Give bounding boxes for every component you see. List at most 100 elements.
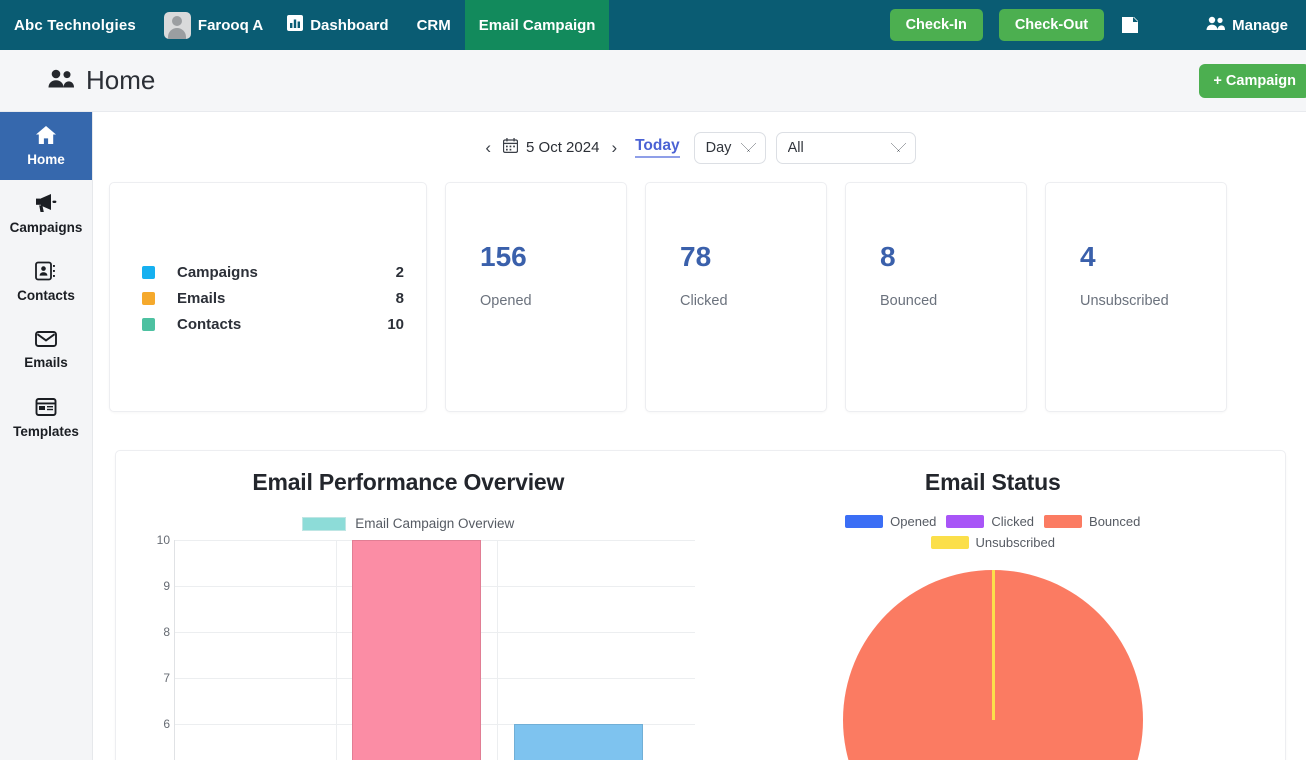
legend-row-emails: Emails 8 <box>142 285 404 311</box>
kpi-label-opened: Opened <box>480 293 532 309</box>
legend-label-contacts: Contacts <box>177 315 242 333</box>
swatch-emails <box>142 291 155 305</box>
pie-legend-label-clicked: Clicked <box>991 514 1035 529</box>
prev-date-button[interactable]: ‹ <box>483 138 493 158</box>
legend-value-contacts: 10 <box>387 315 404 333</box>
background-watermark <box>111 118 116 138</box>
pie-slice-unsubscribed <box>991 570 995 720</box>
bar-chart-title: Email Performance Overview <box>252 469 565 495</box>
swatch-contacts <box>142 317 155 331</box>
pie-chart-legend: Opened Clicked Bounced Unsubscribed <box>828 514 1158 550</box>
home-icon <box>35 125 57 145</box>
swatch-opened <box>845 515 884 528</box>
user-profile-nav[interactable]: Farooq A <box>152 0 273 50</box>
sidebar-item-home[interactable]: Home <box>0 112 92 180</box>
email-status-chart: Email Status Opened Clicked Bounced Unsu… <box>701 451 1286 760</box>
calendar-icon <box>502 138 519 157</box>
kpi-label-clicked: Clicked <box>680 293 728 309</box>
nav-label-email-campaign: Email Campaign <box>478 16 596 34</box>
legend-row-contacts: Contacts 10 <box>142 311 404 337</box>
kpi-card-opened: 156 Opened <box>445 182 627 412</box>
grid-line-vertical <box>497 540 499 760</box>
sidebar: Home Campaigns Contacts Emails Templates <box>0 112 93 760</box>
note-icon[interactable] <box>1120 15 1140 35</box>
page-body: Home Campaigns Contacts Emails Templates <box>0 112 1306 760</box>
sidebar-label-contacts: Contacts <box>17 288 75 303</box>
sidebar-item-templates[interactable]: Templates <box>0 384 92 452</box>
charts-panel: Email Performance Overview Email Campaig… <box>115 450 1286 760</box>
brand-logo: Abc Technolgies <box>14 16 136 34</box>
kpi-label-unsubscribed: Unsubscribed <box>1080 293 1169 309</box>
y-axis-tick: 8 <box>163 625 170 639</box>
kpi-value-unsubscribed: 4 <box>1080 241 1096 272</box>
pie-legend-clicked: Clicked <box>946 514 1034 529</box>
swatch-clicked <box>946 515 985 528</box>
topbar-actions: Check-In Check-Out Manage <box>889 0 1306 50</box>
email-performance-chart: Email Performance Overview Email Campaig… <box>116 451 701 760</box>
chart-bar-icon <box>287 15 304 35</box>
contact-card-icon <box>35 261 57 281</box>
kpi-value-clicked: 78 <box>680 241 712 272</box>
date-filter-bar: ‹ 5 Oct 2024 › Today Day All <box>93 112 1306 168</box>
bar <box>351 540 482 760</box>
template-icon <box>35 397 57 417</box>
y-axis-tick: 9 <box>163 579 170 593</box>
check-in-button[interactable]: Check-In <box>889 9 983 41</box>
swatch-unsubscribed <box>930 536 969 549</box>
y-axis-tick: 7 <box>163 671 170 685</box>
user-name: Farooq A <box>197 16 264 34</box>
sidebar-item-emails[interactable]: Emails <box>0 316 92 384</box>
kpi-value-bounced: 8 <box>880 241 896 272</box>
y-axis-line <box>174 540 175 760</box>
people-icon <box>48 69 74 93</box>
pie-legend-unsubscribed: Unsubscribed <box>930 535 1056 550</box>
top-navigation-bar: Abc Technolgies Farooq A Dashboard CRM E… <box>0 0 1306 50</box>
legend-value-emails: 8 <box>395 289 404 307</box>
legend-value-campaigns: 2 <box>395 263 404 281</box>
bar-chart-plot: 1098765 <box>157 533 695 760</box>
check-out-button[interactable]: Check-Out <box>998 9 1105 41</box>
legend-row-campaigns: Campaigns 2 <box>142 259 404 285</box>
megaphone-icon <box>35 193 57 213</box>
summary-legend-card: Campaigns 2 Emails 8 Contacts 10 <box>109 182 427 412</box>
summary-cards-row: Campaigns 2 Emails 8 Contacts 10 156 Ope… <box>93 168 1306 412</box>
y-axis-tick: 10 <box>156 533 170 547</box>
kpi-card-unsubscribed: 4 Unsubscribed <box>1045 182 1227 412</box>
filter-select[interactable]: All <box>775 131 916 164</box>
bar <box>513 724 643 760</box>
legend-label-campaigns: Campaigns <box>177 263 258 281</box>
sidebar-label-campaigns: Campaigns <box>9 220 83 235</box>
pie-legend-label-bounced: Bounced <box>1089 514 1141 529</box>
swatch-campaigns <box>142 265 155 279</box>
kpi-card-clicked: 78 Clicked <box>645 182 827 412</box>
people-icon <box>1206 16 1226 35</box>
next-date-button[interactable]: › <box>609 138 619 158</box>
pie-legend-label-opened: Opened <box>890 514 937 529</box>
today-button[interactable]: Today <box>635 137 680 158</box>
y-axis-tick: 6 <box>163 717 170 731</box>
avatar <box>163 11 191 39</box>
pie-legend-label-unsubscribed: Unsubscribed <box>975 535 1056 550</box>
add-campaign-button[interactable]: + Campaign <box>1199 64 1306 98</box>
manage-button[interactable]: Manage <box>1206 16 1288 35</box>
date-text: 5 Oct 2024 <box>526 139 600 156</box>
nav-item-crm[interactable]: CRM <box>403 0 465 50</box>
nav-item-email-campaign[interactable]: Email Campaign <box>464 0 610 50</box>
sidebar-label-home: Home <box>27 152 65 167</box>
pie-legend-opened: Opened <box>845 514 936 529</box>
kpi-value-opened: 156 <box>480 241 527 272</box>
sidebar-item-campaigns[interactable]: Campaigns <box>0 180 92 248</box>
date-display[interactable]: 5 Oct 2024 <box>502 138 600 157</box>
sidebar-label-emails: Emails <box>24 355 68 370</box>
manage-label: Manage <box>1232 16 1288 34</box>
sidebar-item-contacts[interactable]: Contacts <box>0 248 92 316</box>
grid-line-vertical <box>335 540 337 760</box>
bar-chart-legend: Email Campaign Overview <box>116 516 701 531</box>
pie-chart-graphic <box>842 570 1143 760</box>
envelope-icon <box>35 330 57 348</box>
legend-swatch-campaign-overview <box>302 516 347 531</box>
range-select[interactable]: Day <box>693 131 766 164</box>
nav-item-dashboard[interactable]: Dashboard <box>273 0 402 50</box>
page-header: Home + Campaign <box>0 50 1306 112</box>
kpi-label-bounced: Bounced <box>880 293 938 309</box>
